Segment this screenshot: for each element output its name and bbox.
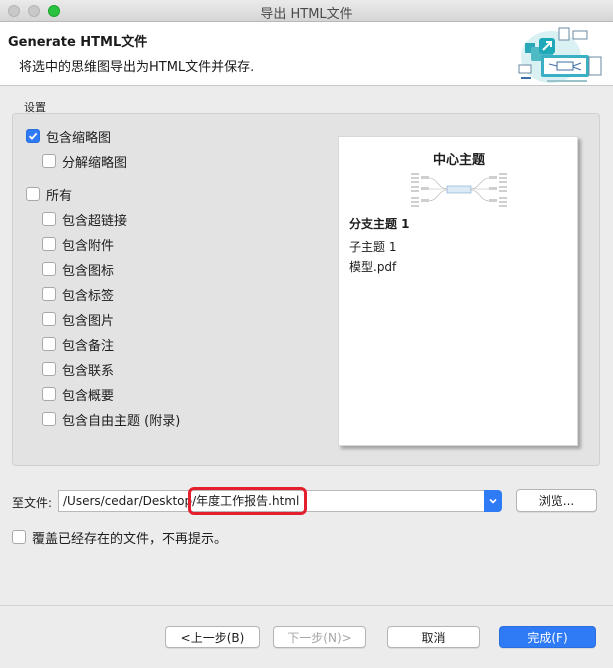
finish-button[interactable]: 完成(F) [499,626,596,648]
include-relationships-checkbox[interactable]: 包含联系 [42,360,115,379]
include-attachments-checkbox[interactable]: 包含附件 [42,235,115,254]
checkbox-icon [42,287,56,301]
overwrite-checkbox[interactable]: 覆盖已经存在的文件，不再提示。 [12,528,228,547]
split-thumbnail-checkbox[interactable]: 分解缩略图 [42,152,128,171]
option-label: 包含附件 [62,238,115,254]
checkbox-icon [42,154,56,168]
checkbox-icon [42,362,56,376]
include-floating-topics-checkbox[interactable]: 包含自由主题 (附录) [42,410,181,429]
footer-divider [0,605,613,606]
option-label: 包含标签 [62,288,115,304]
preview-attachment: 模型.pdf [349,260,397,274]
include-tags-checkbox[interactable]: 包含标签 [42,285,115,304]
include-summary-checkbox[interactable]: 包含概要 [42,385,115,404]
all-label: 所有 [46,188,73,204]
cancel-button[interactable]: 取消 [387,626,480,648]
option-label: 包含联系 [62,363,115,379]
option-label: 包含超链接 [62,213,128,229]
option-label: 包含概要 [62,388,115,404]
output-filename: 年度工作报告.html [196,494,300,508]
checkbox-icon [42,412,56,426]
include-notes-checkbox[interactable]: 包含备注 [42,335,115,354]
mindmap-thumbnail-icon [411,173,507,207]
option-label: 包含图片 [62,313,115,329]
header-title: Generate HTML文件 [8,35,148,50]
checkbox-icon [42,262,56,276]
checkbox-checked-icon [26,129,40,143]
checkbox-icon [42,212,56,226]
checkbox-icon [12,530,26,544]
output-path-prefix: /Users/cedar/Desktop/ [63,494,197,508]
chevron-down-icon [489,498,497,504]
window-title: 导出 HTML文件 [260,7,353,22]
path-dropdown-button[interactable] [484,490,502,512]
title-bar: 导出 HTML文件 [0,0,613,22]
checkbox-icon [26,187,40,201]
option-label: 包含备注 [62,338,115,354]
include-thumbnail-label: 包含缩略图 [46,130,112,146]
option-label: 包含图标 [62,263,115,279]
checkbox-icon [42,312,56,326]
output-path-input[interactable]: /Users/cedar/Desktop/年度工作报告.html [58,490,484,512]
checkbox-icon [42,237,56,251]
browse-button[interactable]: 浏览... [516,489,597,512]
header-subtitle: 将选中的思维图导出为HTML文件并保存. [19,60,255,75]
option-label: 包含自由主题 (附录) [62,413,181,429]
export-illustration-icon [518,27,602,83]
preview-title: 中心主题 [432,153,485,168]
include-icons-checkbox[interactable]: 包含图标 [42,260,115,279]
include-images-checkbox[interactable]: 包含图片 [42,310,115,329]
include-hyperlinks-checkbox[interactable]: 包含超链接 [42,210,128,229]
overwrite-label: 覆盖已经存在的文件，不再提示。 [32,531,228,547]
dialog-header: Generate HTML文件 将选中的思维图导出为HTML文件并保存. [0,22,613,86]
checkbox-icon [42,387,56,401]
preview-page: 中心主题 分支主题 1 子主题 1 模型.pdf [338,136,578,446]
split-thumbnail-label: 分解缩略图 [62,155,128,171]
checkbox-icon [42,337,56,351]
back-button[interactable]: <上一步(B) [165,626,260,648]
next-button[interactable]: 下一步(N)> [273,626,366,648]
all-checkbox[interactable]: 所有 [26,185,73,204]
include-thumbnail-checkbox[interactable]: 包含缩略图 [26,127,112,146]
output-file-label: 至文件: [12,496,53,510]
preview-subtopic: 子主题 1 [349,240,397,254]
preview-branch-topic: 分支主题 1 [349,217,410,231]
